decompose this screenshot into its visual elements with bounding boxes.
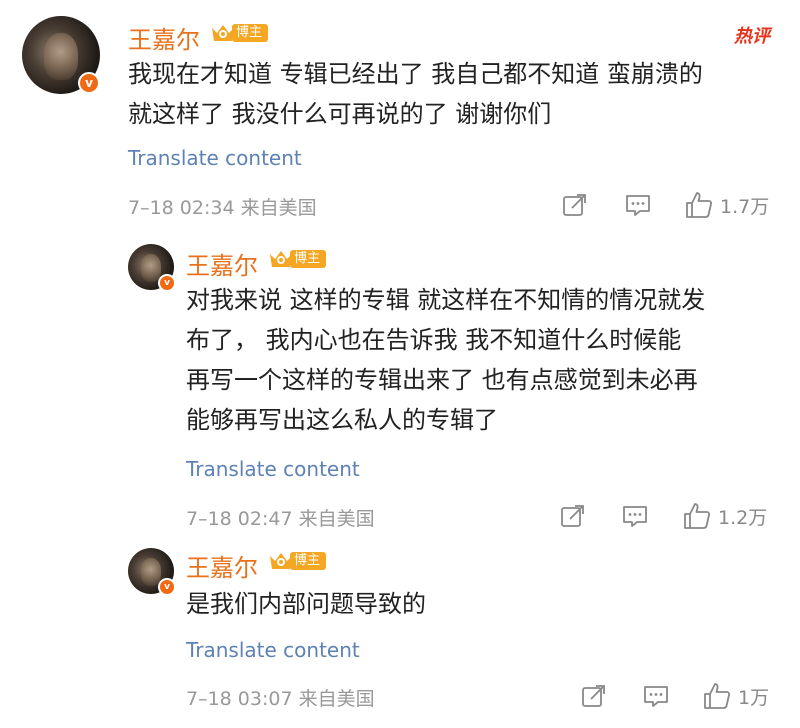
- translate-link[interactable]: Translate content: [186, 457, 360, 481]
- avatar[interactable]: v: [128, 548, 176, 596]
- like-button[interactable]: 1万: [702, 681, 769, 711]
- like-icon: [704, 683, 731, 709]
- comment-line: 布了， 我内心也在告诉我 我不知道什么时候能: [186, 326, 682, 354]
- comment-3: v 王嘉尔 博主 是我们内部问题导致的 Translate content 7–…: [0, 542, 800, 728]
- blogger-badge: 博主: [210, 22, 269, 44]
- share-icon: [563, 194, 586, 216]
- timestamp: 7–18 03:07: [186, 688, 293, 710]
- share-button[interactable]: [559, 502, 587, 530]
- blogger-badge-label: 博主: [290, 552, 327, 570]
- share-button[interactable]: [580, 682, 608, 710]
- blogger-badge-label: 博主: [232, 24, 269, 42]
- share-icon: [582, 685, 605, 707]
- like-count: 1.2万: [718, 506, 768, 529]
- blogger-badge: 博主: [268, 550, 327, 572]
- location: 来自美国: [298, 508, 375, 530]
- comment-icon: [644, 686, 668, 707]
- verified-badge-icon: v: [158, 274, 176, 292]
- comment-text: 对我来说 这样的专辑 就这样在不知情的情况就发 布了， 我内心也在告诉我 我不知…: [186, 280, 705, 440]
- reply-button[interactable]: [621, 502, 649, 530]
- crown-icon: [268, 550, 294, 572]
- comment-line: 再写一个这样的专辑出来了 也有点感觉到未必再: [186, 366, 698, 394]
- comment-1: v 王嘉尔 博主 我现在才知道 专辑已经出了 我自己都不知道 蛮崩溃的 就这样了…: [0, 0, 800, 232]
- username[interactable]: 王嘉尔: [186, 548, 258, 583]
- reply-button[interactable]: [642, 682, 670, 710]
- avatar[interactable]: v: [128, 244, 176, 292]
- comment-meta: 7–18 03:07 来自美国: [186, 684, 375, 711]
- location: 来自美国: [298, 688, 375, 710]
- avatar[interactable]: v: [22, 16, 100, 94]
- comment-icon: [623, 506, 647, 527]
- comment-line: 能够再写出这么私人的专辑了: [186, 406, 498, 434]
- verified-badge-icon: v: [78, 72, 100, 94]
- comment-icon: [626, 195, 650, 216]
- location: 来自美国: [240, 197, 317, 219]
- comment-line: 是我们内部问题导致的: [186, 590, 426, 618]
- blogger-badge: 博主: [268, 248, 327, 270]
- like-button[interactable]: 1.7万: [684, 190, 769, 220]
- like-icon: [686, 192, 713, 218]
- translate-link[interactable]: Translate content: [128, 146, 302, 170]
- comment-line: 就这样了 我没什么可再说的了 谢谢你们: [128, 100, 552, 128]
- translate-link[interactable]: Translate content: [186, 638, 360, 662]
- comment-text: 我现在才知道 专辑已经出了 我自己都不知道 蛮崩溃的 就这样了 我没什么可再说的…: [128, 54, 703, 134]
- comment-line: 我现在才知道 专辑已经出了 我自己都不知道 蛮崩溃的: [128, 60, 703, 88]
- share-button[interactable]: [561, 191, 589, 219]
- verified-badge-icon: v: [158, 578, 176, 596]
- crown-icon: [268, 248, 294, 270]
- crown-icon: [210, 22, 236, 44]
- like-button[interactable]: 1.2万: [682, 501, 767, 531]
- username[interactable]: 王嘉尔: [186, 246, 258, 281]
- comment-line: 对我来说 这样的专辑 就这样在不知情的情况就发: [186, 286, 706, 314]
- share-icon: [561, 505, 584, 527]
- comment-text: 是我们内部问题导致的: [186, 584, 426, 624]
- like-icon: [684, 503, 711, 529]
- blogger-badge-label: 博主: [290, 250, 327, 268]
- timestamp: 7–18 02:47: [186, 508, 293, 530]
- comment-meta: 7–18 02:34 来自美国: [128, 193, 317, 220]
- like-count: 1万: [738, 686, 770, 709]
- username[interactable]: 王嘉尔: [128, 20, 200, 55]
- comment-meta: 7–18 02:47 来自美国: [186, 504, 375, 531]
- comment-2: v 王嘉尔 博主 对我来说 这样的专辑 就这样在不知情的情况就发 布了， 我内心…: [0, 232, 800, 542]
- reply-button[interactable]: [624, 191, 652, 219]
- like-count: 1.7万: [720, 195, 770, 218]
- timestamp: 7–18 02:34: [128, 197, 235, 219]
